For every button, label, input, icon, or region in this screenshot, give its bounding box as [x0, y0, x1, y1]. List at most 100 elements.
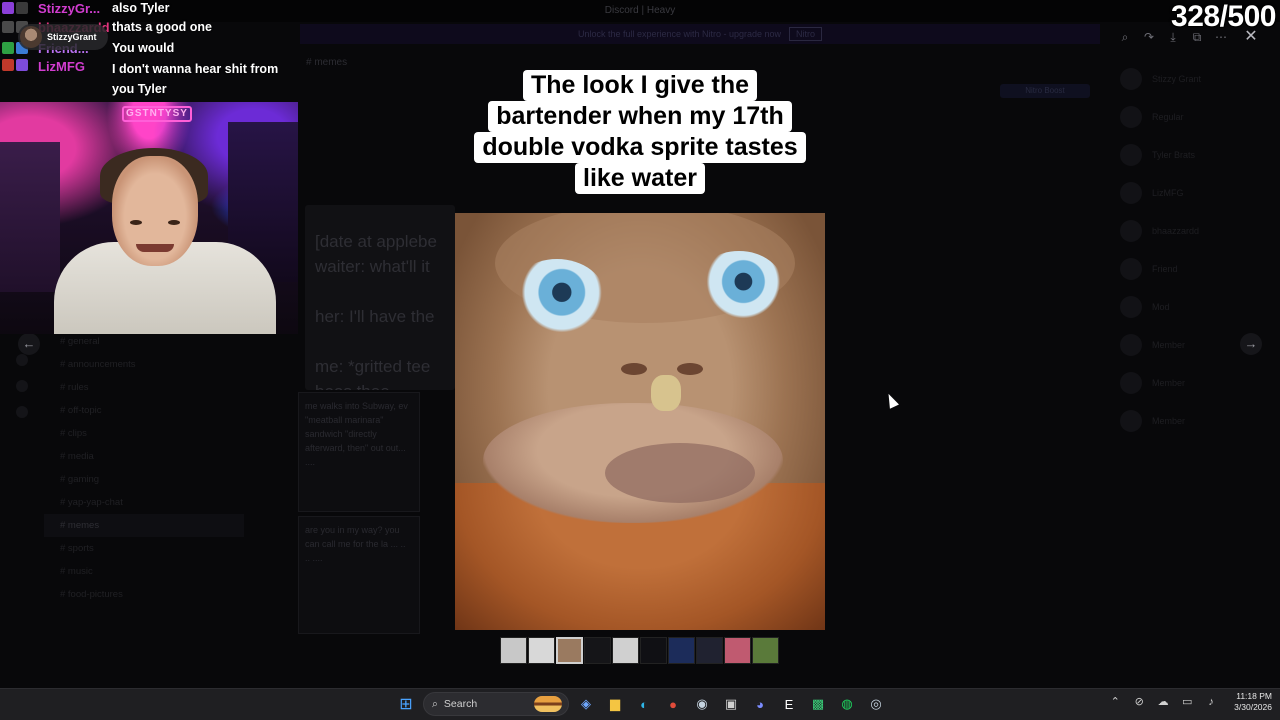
epic-games-icon[interactable]: E [777, 692, 801, 716]
thumbnail[interactable] [752, 637, 779, 664]
channel-list: # general # announcements # rules # off-top… [44, 330, 244, 660]
member-name: Stizzy Grant [1152, 74, 1202, 84]
member-list-item[interactable]: Tyler Brats [1108, 136, 1280, 174]
thumbnail-strip [500, 637, 780, 664]
badge-icon [16, 2, 28, 14]
thumbnail[interactable] [584, 637, 611, 664]
member-list-item[interactable]: Member [1108, 402, 1280, 440]
member-name: bhaazzardd [1152, 226, 1200, 236]
sidebar-item-channel[interactable]: # memes [44, 514, 244, 537]
post-text-line [315, 279, 445, 304]
thumbnail[interactable] [640, 637, 667, 664]
thumbnail[interactable] [528, 637, 555, 664]
chat-username[interactable]: StizzyGr... [38, 1, 112, 16]
server-icon[interactable] [16, 354, 28, 366]
sidebar-item-channel[interactable]: # off-topic [44, 399, 244, 422]
server-rail [0, 340, 44, 660]
chat-message: LizMFG I don't wanna hear shit from you T… [0, 59, 292, 99]
cloud-icon[interactable]: ☁ [1156, 695, 1170, 709]
copilot-icon[interactable]: ◈ [574, 692, 598, 716]
member-name: Member [1152, 378, 1186, 388]
member-list-item[interactable]: Member [1108, 364, 1280, 402]
photo-tooth [651, 375, 681, 411]
search-icon: ⌕ [432, 697, 438, 710]
sidebar-item-channel[interactable]: # announcements [44, 353, 244, 376]
server-icon[interactable] [16, 406, 28, 418]
avatar [1120, 372, 1142, 394]
search-highlight-icon [534, 696, 562, 712]
sidebar-item-channel[interactable]: # yap-yap-chat [44, 491, 244, 514]
zoom-icon[interactable]: ⌕ [1116, 28, 1134, 46]
game-app-icon[interactable]: ▩ [806, 692, 830, 716]
webcam-feed: GSTNTYSY [0, 102, 298, 334]
clock-time: 11:18 PM [1236, 691, 1272, 701]
sidebar-item-channel[interactable]: # gaming [44, 468, 244, 491]
chevron-up-icon[interactable]: ⌃ [1108, 695, 1122, 709]
chat-message-text: You would [112, 41, 175, 55]
member-list-item[interactable]: Stizzy Grant [1108, 60, 1280, 98]
post-text-line: me: *gritted tee [315, 357, 431, 376]
webcam-shelf-left [0, 142, 60, 292]
member-list-item[interactable]: Regular [1108, 98, 1280, 136]
member-list-item[interactable]: Friend [1108, 250, 1280, 288]
member-name: Regular [1152, 112, 1184, 122]
chat-message-text: thats a good one [112, 20, 212, 34]
member-list-item[interactable]: bhaazzardd [1108, 212, 1280, 250]
search-placeholder: Search [443, 698, 478, 710]
steam-alt-icon[interactable]: ◎ [864, 692, 888, 716]
next-image-button[interactable]: → [1240, 333, 1262, 355]
chat-username[interactable]: LizMFG [38, 59, 112, 74]
caption-line: double vodka sprite tastes [474, 132, 806, 163]
photo-nostril [621, 363, 647, 375]
badge-icon [16, 59, 28, 71]
member-name: Friend [1152, 264, 1178, 274]
thumbnail[interactable] [724, 637, 751, 664]
sidebar-item-channel[interactable]: # clips [44, 422, 244, 445]
spotify-icon[interactable]: ◍ [835, 692, 859, 716]
avatar [1120, 296, 1142, 318]
boost-pill[interactable]: Nitro Boost [1000, 84, 1090, 98]
post-text-line: waiter: what'll it [315, 257, 430, 276]
forward-icon[interactable]: ↷ [1140, 28, 1158, 46]
file-explorer-icon[interactable]: ▆ [603, 692, 627, 716]
chrome-icon[interactable]: ● [661, 692, 685, 716]
chat-message: StizzyGr... also Tyler [0, 0, 169, 18]
avatar [20, 26, 42, 48]
background-post-card-3: are you in my way? you can call me for t… [298, 516, 420, 634]
thumbnail[interactable] [668, 637, 695, 664]
taskbar-search[interactable]: ⌕ Search [423, 692, 569, 716]
sidebar-item-channel[interactable]: # music [44, 560, 244, 583]
chat-badges [0, 2, 38, 14]
thumbnail[interactable] [696, 637, 723, 664]
steam-icon[interactable]: ◉ [690, 692, 714, 716]
clock[interactable]: 11:18 PM 3/30/2026 [1228, 691, 1272, 713]
background-post-card: [date at applebe waiter: what'll it her: … [305, 205, 455, 390]
network-icon[interactable]: ⊘ [1132, 695, 1146, 709]
meme-image-viewer: The look I give the bartender when my 17t… [455, 70, 825, 630]
server-icon[interactable] [16, 380, 28, 392]
thumbnail[interactable] [500, 637, 527, 664]
post-text-line [315, 329, 445, 354]
gift-popup-name: StizzyGrant [47, 32, 97, 42]
monitor-icon[interactable]: ▭ [1180, 695, 1194, 709]
thumbnail[interactable] [556, 637, 583, 664]
thumbnail[interactable] [612, 637, 639, 664]
badge-icon [2, 59, 14, 71]
sidebar-item-channel[interactable]: # media [44, 445, 244, 468]
background-post-card-2: me walks into Subway, ev "meatball marin… [298, 392, 420, 512]
caption-line: The look I give the [522, 70, 758, 101]
member-list-item[interactable]: LizMFG [1108, 174, 1280, 212]
windows-start-icon[interactable]: ⊞ [394, 692, 418, 716]
member-list-item[interactable]: Mod [1108, 288, 1280, 326]
sidebar-item-channel[interactable]: # rules [44, 376, 244, 399]
photo-nostril [677, 363, 703, 375]
volume-icon[interactable]: ♪ [1204, 695, 1218, 709]
discord-icon[interactable]: ◕ [748, 692, 772, 716]
sidebar-item-channel[interactable]: # food-pictures [44, 583, 244, 606]
sidebar-item-channel[interactable]: # sports [44, 537, 244, 560]
store-icon[interactable]: ▣ [719, 692, 743, 716]
previous-image-button[interactable]: ← [18, 333, 40, 355]
edge-icon[interactable]: ◐ [632, 692, 656, 716]
member-name: Tyler Brats [1152, 150, 1196, 160]
banner-button[interactable]: Nitro [789, 27, 823, 41]
